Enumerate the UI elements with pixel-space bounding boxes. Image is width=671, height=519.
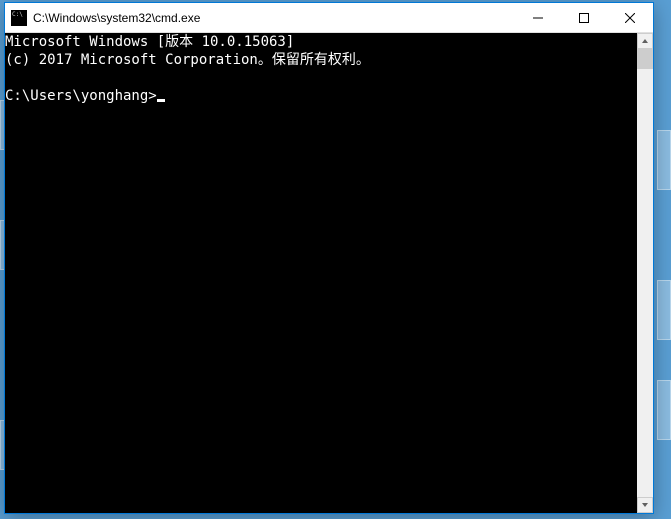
maximize-button[interactable] (561, 3, 607, 33)
desktop-fragment (657, 280, 671, 340)
close-button[interactable] (607, 3, 653, 33)
titlebar[interactable]: C:\Windows\system32\cmd.exe (5, 3, 653, 33)
window-controls (515, 3, 653, 32)
vertical-scrollbar[interactable] (637, 33, 653, 513)
console-area: Microsoft Windows [版本 10.0.15063] (c) 20… (5, 33, 653, 513)
minimize-button[interactable] (515, 3, 561, 33)
desktop-fragment (657, 380, 671, 440)
scrollbar-thumb[interactable] (637, 49, 653, 69)
cmd-window: C:\Windows\system32\cmd.exe Microsoft Wi… (4, 2, 654, 514)
console-line: (c) 2017 Microsoft Corporation。保留所有权利。 (5, 52, 370, 68)
cursor (157, 99, 165, 102)
window-title: C:\Windows\system32\cmd.exe (33, 11, 515, 25)
scroll-down-button[interactable] (637, 497, 653, 513)
scrollbar-track[interactable] (637, 49, 653, 497)
scroll-up-button[interactable] (637, 33, 653, 49)
console-prompt: C:\Users\yonghang> (5, 88, 157, 104)
console-line: Microsoft Windows [版本 10.0.15063] (5, 34, 294, 50)
desktop-fragment (657, 130, 671, 190)
cmd-icon (11, 10, 27, 26)
console-output[interactable]: Microsoft Windows [版本 10.0.15063] (c) 20… (5, 33, 637, 513)
